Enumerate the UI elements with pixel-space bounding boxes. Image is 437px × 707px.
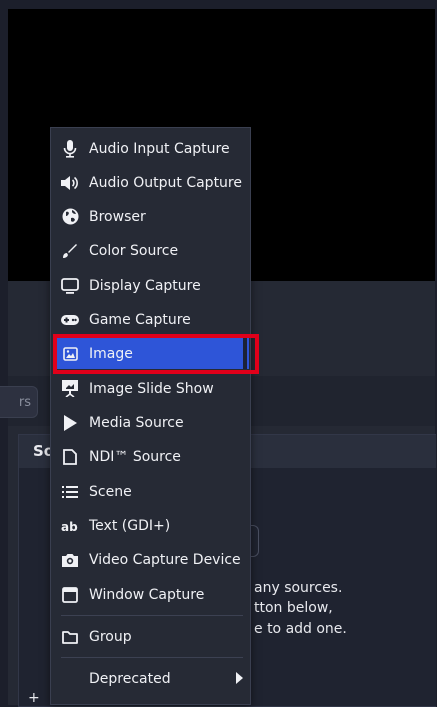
submenu-arrow-icon [236,672,243,684]
menu-item-image[interactable]: Image [56,338,249,369]
menu-item-deprecated[interactable]: Deprecated [56,663,249,694]
menu-item-label: Deprecated [89,670,171,687]
menu-item-game-capture[interactable]: Game Capture [56,304,249,335]
add-source-menu: Audio Input Capture Audio Output Capture… [50,127,251,705]
menu-item-label: Group [89,628,132,645]
speaker-icon [61,174,79,192]
menu-item-browser[interactable]: Browser [56,201,249,232]
menu-item-window-capture[interactable]: Window Capture [56,579,249,610]
menu-separator [61,657,243,658]
gamepad-icon [61,311,79,329]
menu-item-video-capture-device[interactable]: Video Capture Device [56,544,249,575]
menu-item-label: Window Capture [89,586,205,603]
paintbrush-icon [61,242,79,260]
play-icon [61,414,79,432]
menu-item-label: Game Capture [89,311,191,328]
window-icon [61,586,79,604]
folder-icon [61,628,79,646]
menu-item-ndi-source[interactable]: NDI™ Source [56,441,249,472]
microphone-icon [61,139,79,158]
window-frame-left [0,0,8,705]
menu-item-label: Display Capture [89,277,201,294]
menu-item-scene[interactable]: Scene [56,476,249,507]
ndi-icon [61,448,79,466]
menu-item-label: Browser [89,208,146,225]
menu-item-text-gdi[interactable]: ab Text (GDI+) [56,510,249,541]
menu-item-label: NDI™ Source [89,448,181,465]
menu-item-label: Image Slide Show [89,380,214,397]
menu-item-audio-input-capture[interactable]: Audio Input Capture [56,133,249,164]
menu-separator [61,615,243,616]
menu-item-label: Scene [89,483,132,500]
menu-item-display-capture[interactable]: Display Capture [56,270,249,301]
image-icon [61,345,79,363]
menu-item-label: Media Source [89,414,184,431]
empty-hint-line-2: tton below, [254,600,333,616]
menu-item-media-source[interactable]: Media Source [56,407,249,438]
globe-icon [61,208,79,226]
menu-item-label: Image [89,345,133,362]
filters-button[interactable]: rs [0,386,38,418]
menu-item-label: Color Source [89,242,179,259]
list-icon [61,483,79,501]
slideshow-icon [61,380,79,398]
menu-item-label: Audio Input Capture [89,140,230,157]
menu-item-group[interactable]: Group [56,621,249,652]
menu-item-color-source[interactable]: Color Source [56,235,249,266]
menu-item-label: Audio Output Capture [89,174,242,191]
monitor-icon [61,277,79,295]
camera-icon [61,551,79,569]
menu-item-label: Video Capture Device [89,551,241,568]
menu-item-label: Text (GDI+) [89,517,171,534]
empty-hint-line-1: any sources. [254,580,343,596]
text-icon: ab [61,517,79,535]
svg-text:ab: ab [61,520,78,532]
menu-item-audio-output-capture[interactable]: Audio Output Capture [56,167,249,198]
empty-hint-line-3: e to add one. [254,621,347,637]
window-frame-top [0,0,437,9]
menu-item-image-slide-show[interactable]: Image Slide Show [56,373,249,404]
